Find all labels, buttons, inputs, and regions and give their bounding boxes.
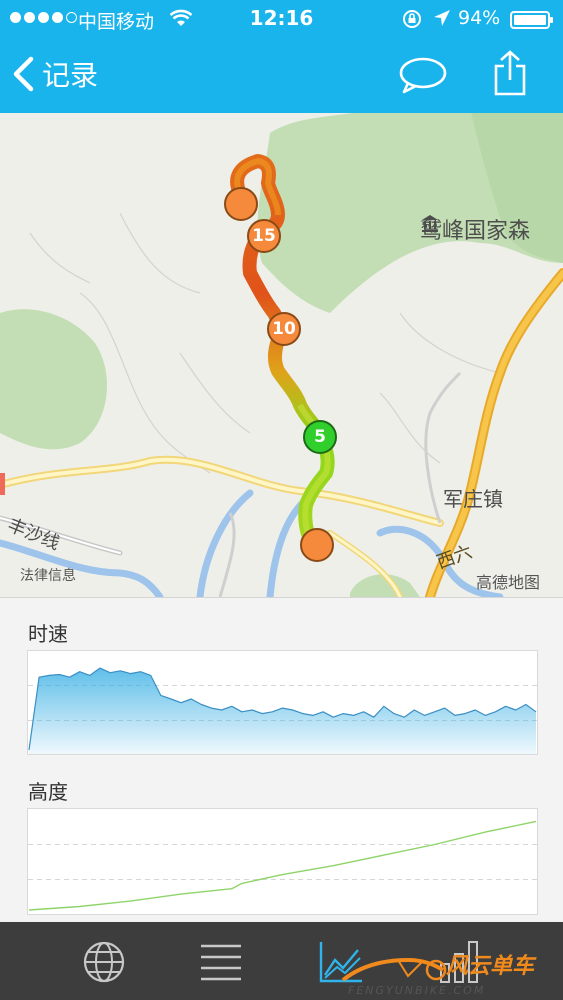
share-icon[interactable] bbox=[490, 50, 530, 96]
globe-icon[interactable] bbox=[81, 940, 127, 984]
speed-chart[interactable] bbox=[27, 650, 538, 755]
bar-chart-icon[interactable] bbox=[437, 940, 483, 984]
header: 中国移动 12:16 94% 记录 bbox=[0, 0, 563, 113]
speed-chart-canvas bbox=[28, 667, 537, 754]
speed-chart-title: 时速 bbox=[28, 622, 68, 646]
elevation-chart-canvas bbox=[28, 820, 537, 911]
map-edge-marker bbox=[0, 473, 5, 495]
rotation-lock-icon bbox=[403, 10, 421, 28]
back-chevron-icon bbox=[13, 56, 34, 92]
speed-series-area bbox=[29, 668, 536, 754]
chart-icon[interactable] bbox=[318, 940, 364, 984]
route-map[interactable]: 鹫峰国家森 军庄镇 丰沙线 西六 法律信息 高德地图 15 10 5 bbox=[0, 113, 563, 597]
route-end-marker[interactable] bbox=[300, 528, 334, 562]
map-label-town: 军庄镇 bbox=[443, 487, 503, 511]
km-marker-5[interactable]: 5 bbox=[303, 420, 337, 454]
tab-bar bbox=[0, 922, 563, 1000]
back-label: 记录 bbox=[42, 59, 99, 92]
nav-bar: 记录 bbox=[0, 38, 563, 113]
map-provider-logo: 高德地图 bbox=[476, 573, 541, 592]
battery-percent: 94% bbox=[458, 7, 501, 29]
forest-area-west bbox=[0, 309, 107, 450]
list-icon[interactable] bbox=[198, 940, 244, 984]
route-start-marker[interactable] bbox=[224, 187, 258, 221]
km-marker-15[interactable]: 15 bbox=[247, 219, 281, 253]
landmark-icon bbox=[422, 215, 438, 232]
elevation-chart-title: 高度 bbox=[28, 780, 68, 804]
battery-icon bbox=[510, 11, 553, 29]
charts-panel: 时速 高度 bbox=[0, 597, 563, 923]
status-bar: 中国移动 12:16 94% bbox=[0, 0, 563, 38]
back-button[interactable]: 记录 bbox=[12, 54, 98, 94]
map-canvas bbox=[0, 113, 563, 597]
location-arrow-icon bbox=[434, 10, 450, 26]
elevation-chart[interactable] bbox=[27, 808, 538, 915]
map-label-park: 鹫峰国家森 bbox=[420, 213, 530, 245]
app-root: 中国移动 12:16 94% 记录 鹫峰国家森 军庄镇 丰沙线 西六 法律信息 … bbox=[0, 0, 563, 1000]
elevation-series-line bbox=[28, 820, 537, 911]
km-marker-10[interactable]: 10 bbox=[267, 312, 301, 346]
comment-bubble-icon[interactable] bbox=[398, 56, 448, 94]
legal-info-link[interactable]: 法律信息 bbox=[20, 565, 76, 585]
